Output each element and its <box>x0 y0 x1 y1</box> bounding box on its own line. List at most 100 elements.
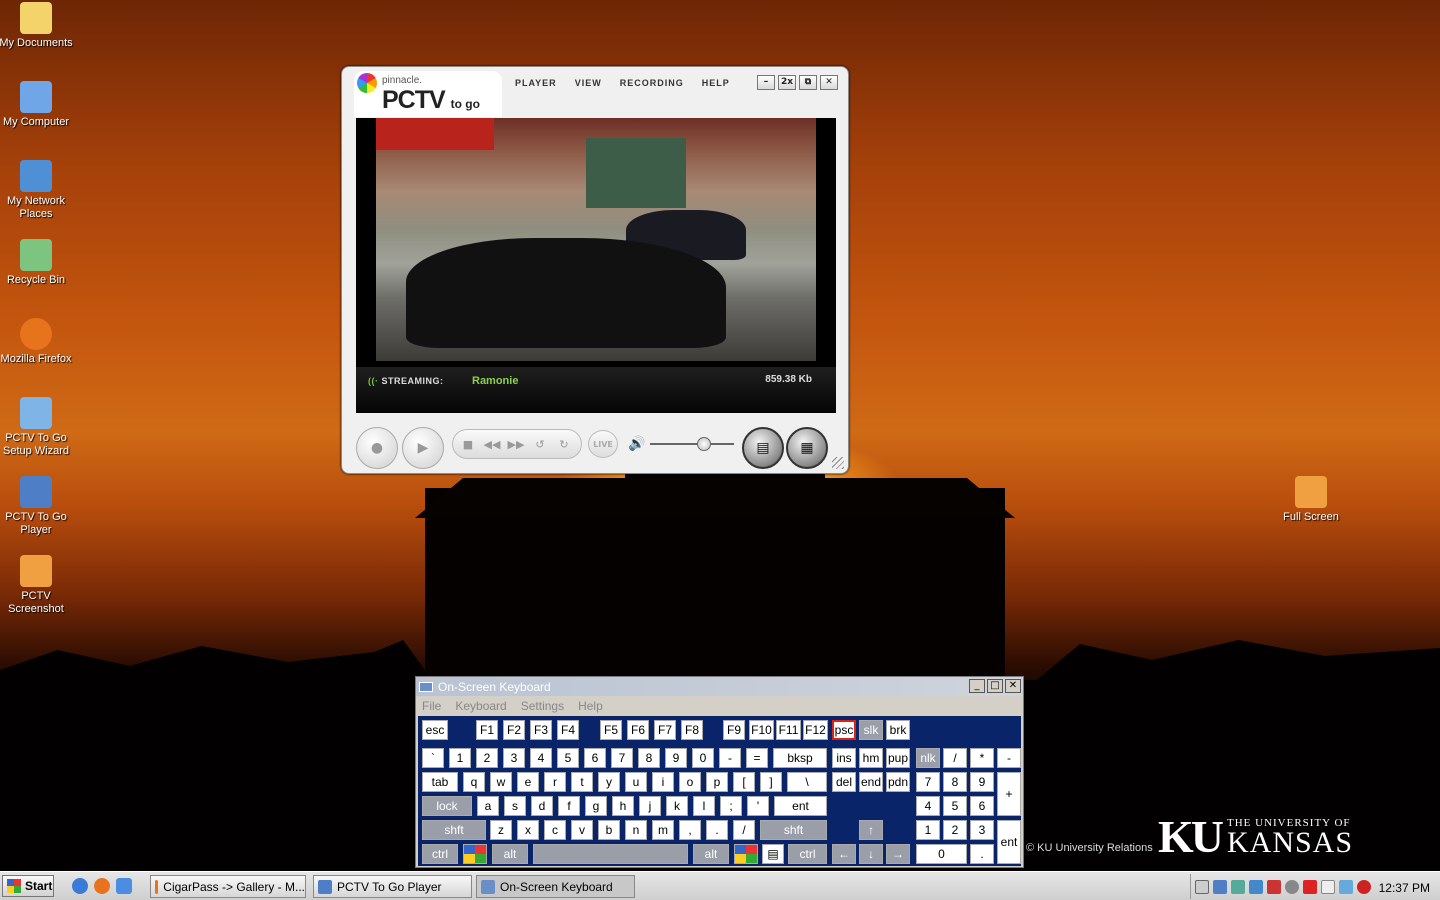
key-5[interactable]: 5 <box>557 748 579 768</box>
key-3d[interactable]: = <box>746 748 768 768</box>
display-tray-icon[interactable] <box>1339 879 1353 894</box>
key-c[interactable]: c <box>544 820 566 840</box>
key-shft[interactable]: shft <box>760 820 827 840</box>
key-F6[interactable]: F6 <box>627 720 649 740</box>
key-space[interactable] <box>533 844 688 864</box>
key-2f[interactable]: / <box>943 748 967 768</box>
wireless-tray-icon[interactable] <box>1249 879 1263 894</box>
key-j[interactable]: j <box>639 796 661 816</box>
key-F11[interactable]: F11 <box>776 720 801 740</box>
key-4[interactable]: 4 <box>916 796 940 816</box>
key-k[interactable]: k <box>666 796 688 816</box>
key-tab[interactable]: tab <box>422 772 458 792</box>
key-l[interactable]: l <box>693 796 715 816</box>
key-7[interactable]: 7 <box>916 772 940 792</box>
font-tray-icon[interactable] <box>1321 879 1335 894</box>
task-pctv-player[interactable]: PCTV To Go Player <box>313 875 472 898</box>
video-frame[interactable] <box>376 118 816 361</box>
key-2a[interactable]: * <box>970 748 994 768</box>
key-9[interactable]: 9 <box>970 772 994 792</box>
key-5d[interactable]: ] <box>760 772 782 792</box>
key-2d[interactable]: - <box>719 748 741 768</box>
key-i[interactable]: i <box>652 772 674 792</box>
stop-button[interactable]: ■ <box>457 433 479 455</box>
menu-help[interactable]: HELP <box>702 78 730 88</box>
show-desktop-icon[interactable] <box>116 878 132 894</box>
key-0[interactable]: 0 <box>692 748 714 768</box>
key-27[interactable]: ' <box>747 796 769 816</box>
double-size-button[interactable]: 2x <box>778 75 796 90</box>
key-nlk[interactable]: nlk <box>916 748 940 768</box>
volume-slider-knob[interactable] <box>696 437 711 451</box>
restore-button[interactable]: ⧉ <box>799 75 817 90</box>
resize-grip[interactable] <box>832 457 844 469</box>
key-2192[interactable]: → <box>886 844 910 864</box>
key-2d[interactable]: - <box>997 748 1021 768</box>
key-2193[interactable]: ↓ <box>859 844 883 864</box>
key-a[interactable]: a <box>477 796 499 816</box>
key-u[interactable]: u <box>625 772 647 792</box>
key-z[interactable]: z <box>490 820 512 840</box>
key-1[interactable]: 1 <box>449 748 471 768</box>
key-alt[interactable]: alt <box>693 844 729 864</box>
key-7[interactable]: 7 <box>611 748 633 768</box>
key-2e[interactable]: . <box>706 820 728 840</box>
key-3[interactable]: 3 <box>503 748 525 768</box>
osk-menu-settings[interactable]: Settings <box>521 699 564 713</box>
key-2c[interactable]: , <box>679 820 701 840</box>
speaker-icon[interactable]: 🔊 <box>628 436 645 452</box>
task-on-screen-keyboard[interactable]: On-Screen Keyboard <box>476 875 635 898</box>
osk-titlebar[interactable]: On-Screen Keyboard _ □ ✕ <box>416 677 1023 696</box>
desktop-icon-pctv-player[interactable]: PCTV To Go Player <box>0 476 76 537</box>
key-v[interactable]: v <box>571 820 593 840</box>
live-button[interactable]: LIVE <box>588 430 618 458</box>
key-d[interactable]: d <box>531 796 553 816</box>
menu-key-icon[interactable]: ▤ <box>762 844 784 864</box>
key-brk[interactable]: brk <box>886 720 910 740</box>
key-e[interactable]: e <box>517 772 539 792</box>
skip-button[interactable]: ↻ <box>553 433 575 455</box>
desktop-icon-recycle-bin[interactable]: Recycle Bin <box>0 239 76 287</box>
key-1[interactable]: 1 <box>916 820 940 840</box>
key-h[interactable]: h <box>612 796 634 816</box>
key-6[interactable]: 6 <box>970 796 994 816</box>
key-F10[interactable]: F10 <box>749 720 774 740</box>
osk-close-button[interactable]: ✕ <box>1005 679 1021 693</box>
key-2b[interactable]: + <box>997 772 1021 816</box>
key-y[interactable]: y <box>598 772 620 792</box>
osk-minimize-button[interactable]: _ <box>969 679 985 693</box>
network-tray-icon[interactable] <box>1231 879 1245 894</box>
close-button[interactable]: ✕ <box>820 75 838 90</box>
key-shft[interactable]: shft <box>422 820 486 840</box>
shield-icon[interactable] <box>1357 879 1371 894</box>
rewind-button[interactable]: ◀◀ <box>481 433 503 455</box>
key-lock[interactable]: lock <box>422 796 472 816</box>
osk-menu-file[interactable]: File <box>422 699 441 713</box>
volume-slider-track[interactable] <box>650 443 734 445</box>
key-2e[interactable]: . <box>970 844 994 864</box>
key-q[interactable]: q <box>463 772 485 792</box>
key-bksp[interactable]: bksp <box>773 748 827 768</box>
key-p[interactable]: p <box>706 772 728 792</box>
security-tray-icon[interactable] <box>1267 879 1281 894</box>
key-t[interactable]: t <box>571 772 593 792</box>
key-n[interactable]: n <box>625 820 647 840</box>
ie-icon[interactable] <box>72 878 88 894</box>
key-9[interactable]: 9 <box>665 748 687 768</box>
key-F3[interactable]: F3 <box>530 720 552 740</box>
key-g[interactable]: g <box>585 796 607 816</box>
key-F5[interactable]: F5 <box>600 720 622 740</box>
key-5c[interactable]: \ <box>787 772 827 792</box>
replay-button[interactable]: ↺ <box>529 433 551 455</box>
desktop-icon-pctv-setup-wizard[interactable]: PCTV To Go Setup Wizard <box>0 397 76 458</box>
guide-button[interactable]: ▦ <box>786 427 828 469</box>
key-2[interactable]: 2 <box>943 820 967 840</box>
key-2190[interactable]: ← <box>832 844 856 864</box>
key-6[interactable]: 6 <box>584 748 606 768</box>
key-psc[interactable]: psc <box>832 720 856 740</box>
key-hm[interactable]: hm <box>859 748 883 768</box>
key-2[interactable]: 2 <box>476 748 498 768</box>
key-o[interactable]: o <box>679 772 701 792</box>
key-2191[interactable]: ↑ <box>859 820 883 840</box>
key-5b[interactable]: [ <box>733 772 755 792</box>
